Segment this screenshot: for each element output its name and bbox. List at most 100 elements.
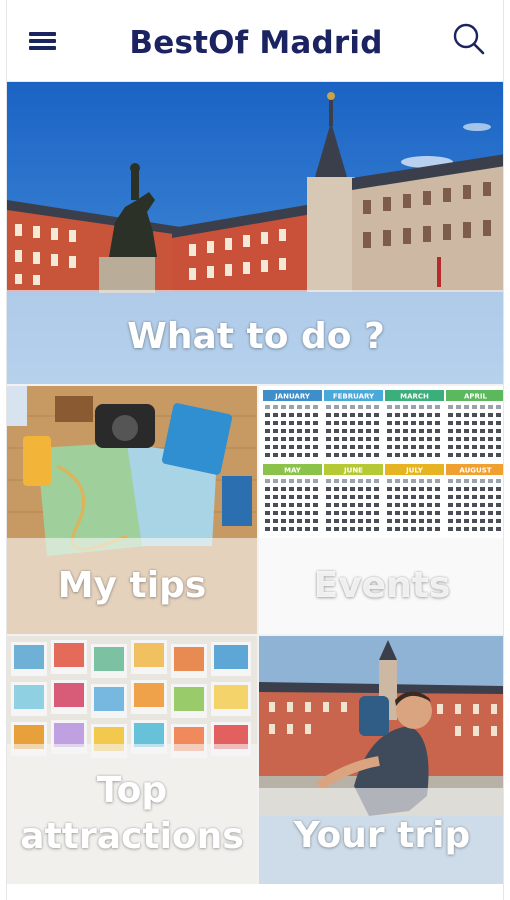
calendar-month-label: MAY xyxy=(284,467,302,475)
calendar-day-cell xyxy=(456,495,461,499)
calendar-day-cell xyxy=(472,519,477,523)
calendar-day-cell xyxy=(435,421,440,425)
tile-your-trip[interactable]: Your trip xyxy=(259,636,503,884)
calendar-day-cell xyxy=(488,527,493,531)
calendar-day-cell xyxy=(358,519,363,523)
tile-top-attractions[interactable]: Top attractions xyxy=(7,636,257,884)
calendar-day-cell xyxy=(289,453,294,457)
calendar-day-cell xyxy=(472,437,477,441)
calendar-day-cell xyxy=(456,437,461,441)
calendar-day-cell xyxy=(326,527,331,531)
calendar-day-cell xyxy=(403,413,408,417)
calendar-day-cell xyxy=(297,453,302,457)
calendar-day-cell xyxy=(403,453,408,457)
calendar-day-cell xyxy=(435,495,440,499)
calendar-day-cell xyxy=(435,413,440,417)
calendar-day-cell xyxy=(488,445,493,449)
calendar-day-cell xyxy=(395,503,400,507)
calendar-day-cell xyxy=(427,445,432,449)
calendar-day-cell xyxy=(350,413,355,417)
calendar-day-cell xyxy=(350,479,355,483)
calendar-day-cell xyxy=(427,527,432,531)
calendar-day-cell xyxy=(265,413,270,417)
calendar-day-cell xyxy=(435,487,440,491)
tile-label-events: Events xyxy=(313,565,451,606)
calendar-day-cell xyxy=(488,511,493,515)
calendar-day-cell xyxy=(488,437,493,441)
calendar-day-cell xyxy=(496,487,501,491)
calendar-day-cell xyxy=(472,495,477,499)
tile-what-to-do[interactable]: What to do ? xyxy=(7,82,503,384)
menu-button[interactable] xyxy=(25,24,61,58)
calendar-day-cell xyxy=(297,413,302,417)
calendar-day-cell xyxy=(448,405,453,409)
calendar-day-cell xyxy=(305,437,310,441)
calendar-day-cell xyxy=(411,429,416,433)
calendar-day-cell xyxy=(289,503,294,507)
tile-label-band: Events xyxy=(259,538,503,634)
calendar-day-cell xyxy=(411,421,416,425)
calendar-day-cell xyxy=(289,511,294,515)
calendar-day-cell xyxy=(289,445,294,449)
calendar-day-cell xyxy=(448,495,453,499)
calendar-day-cell xyxy=(326,511,331,515)
calendar-day-cell xyxy=(305,511,310,515)
calendar-day-cell xyxy=(265,511,270,515)
calendar-day-cell xyxy=(403,429,408,433)
calendar-day-cell xyxy=(281,495,286,499)
search-button[interactable] xyxy=(449,20,489,60)
calendar-month-label: MARCH xyxy=(400,393,429,401)
calendar-day-cell xyxy=(411,511,416,515)
calendar-day-cell xyxy=(419,429,424,433)
calendar-day-cell xyxy=(366,445,371,449)
calendar-day-cell xyxy=(480,511,485,515)
calendar-day-cell xyxy=(265,527,270,531)
calendar-day-cell xyxy=(350,453,355,457)
calendar-day-cell xyxy=(387,495,392,499)
calendar-day-cell xyxy=(472,405,477,409)
calendar-day-cell xyxy=(334,479,339,483)
calendar-day-cell xyxy=(374,519,379,523)
calendar-day-cell xyxy=(265,503,270,507)
calendar-day-cell xyxy=(281,421,286,425)
calendar-day-cell xyxy=(411,405,416,409)
calendar-day-cell xyxy=(313,511,318,515)
calendar-day-cell xyxy=(265,519,270,523)
calendar-day-cell xyxy=(374,413,379,417)
calendar-day-cell xyxy=(419,413,424,417)
calendar-day-cell xyxy=(334,495,339,499)
calendar-day-cell xyxy=(281,487,286,491)
calendar-day-cell xyxy=(342,453,347,457)
calendar-day-cell xyxy=(273,487,278,491)
calendar-month-label: JULY xyxy=(405,467,424,475)
calendar-day-cell xyxy=(350,503,355,507)
calendar-day-cell xyxy=(342,503,347,507)
calendar-month-label: APRIL xyxy=(464,393,488,401)
tile-label-band: Your trip xyxy=(259,788,503,884)
calendar-day-cell xyxy=(305,445,310,449)
calendar-day-cell xyxy=(403,519,408,523)
calendar-day-cell xyxy=(387,437,392,441)
calendar-day-cell xyxy=(403,421,408,425)
calendar-day-cell xyxy=(358,503,363,507)
calendar-day-cell xyxy=(387,445,392,449)
calendar-day-cell xyxy=(419,519,424,523)
tile-my-tips[interactable]: My tips xyxy=(7,386,257,634)
calendar-day-cell xyxy=(313,453,318,457)
calendar-day-cell xyxy=(334,487,339,491)
calendar-day-cell xyxy=(411,487,416,491)
calendar-day-cell xyxy=(374,445,379,449)
tile-label-my-tips: My tips xyxy=(57,565,207,606)
calendar-day-cell xyxy=(281,405,286,409)
calendar-day-cell xyxy=(395,413,400,417)
calendar-day-cell xyxy=(411,413,416,417)
calendar-day-cell xyxy=(496,413,501,417)
calendar-day-cell xyxy=(387,527,392,531)
calendar-day-cell xyxy=(313,487,318,491)
tile-events[interactable]: JANUARY FEBRUARY MARCH APRIL MAY JUNE JULY AUGU… xyxy=(259,386,503,634)
calendar-day-cell xyxy=(395,519,400,523)
calendar-day-cell xyxy=(342,405,347,409)
calendar-day-cell xyxy=(395,527,400,531)
calendar-day-cell xyxy=(472,453,477,457)
calendar-day-cell xyxy=(358,421,363,425)
